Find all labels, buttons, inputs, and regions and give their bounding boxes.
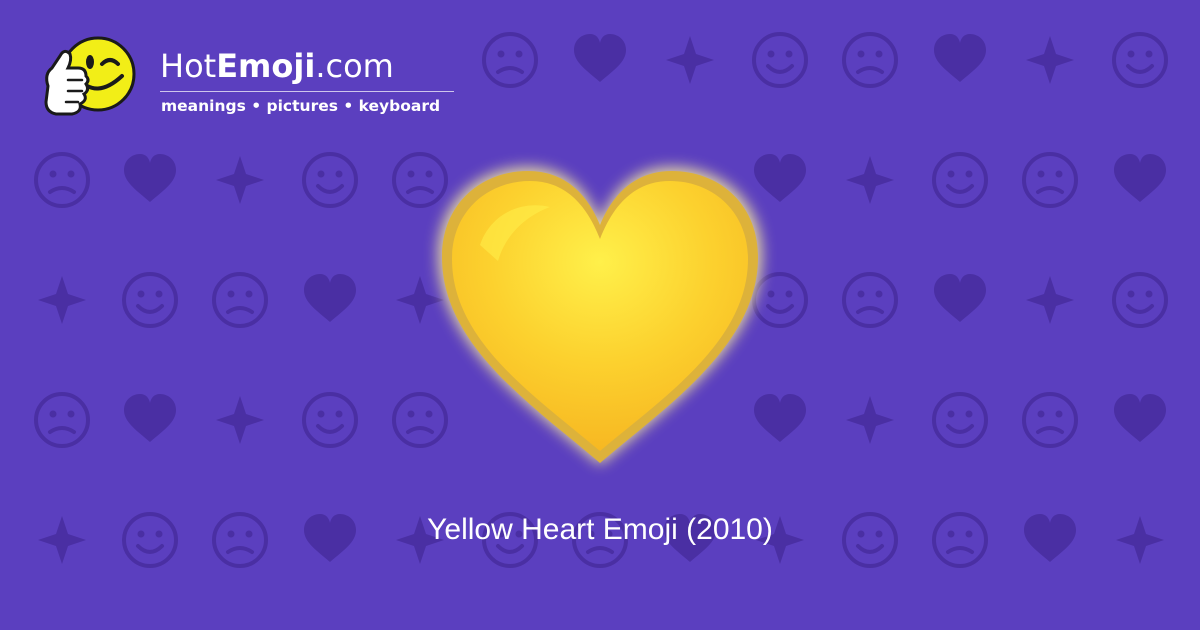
winking-thumbs-up-face-icon bbox=[44, 36, 136, 116]
yellow-heart-icon bbox=[438, 167, 762, 465]
emoji-caption: Yellow Heart Emoji (2010) bbox=[427, 513, 773, 546]
wordmark-dotcom: .com bbox=[315, 47, 394, 85]
logo-divider bbox=[160, 91, 454, 92]
logo-tagline: meanings • pictures • keyboard bbox=[161, 97, 441, 115]
logo-wordmark: HotEmoji.com bbox=[160, 46, 394, 86]
wordmark-emoji: Emoji bbox=[216, 47, 316, 85]
wordmark-hot: Hot bbox=[160, 47, 217, 85]
social-card: HotEmoji.com meanings • pictures • keybo… bbox=[0, 0, 1200, 630]
site-logo[interactable]: HotEmoji.com meanings • pictures • keybo… bbox=[38, 34, 458, 134]
